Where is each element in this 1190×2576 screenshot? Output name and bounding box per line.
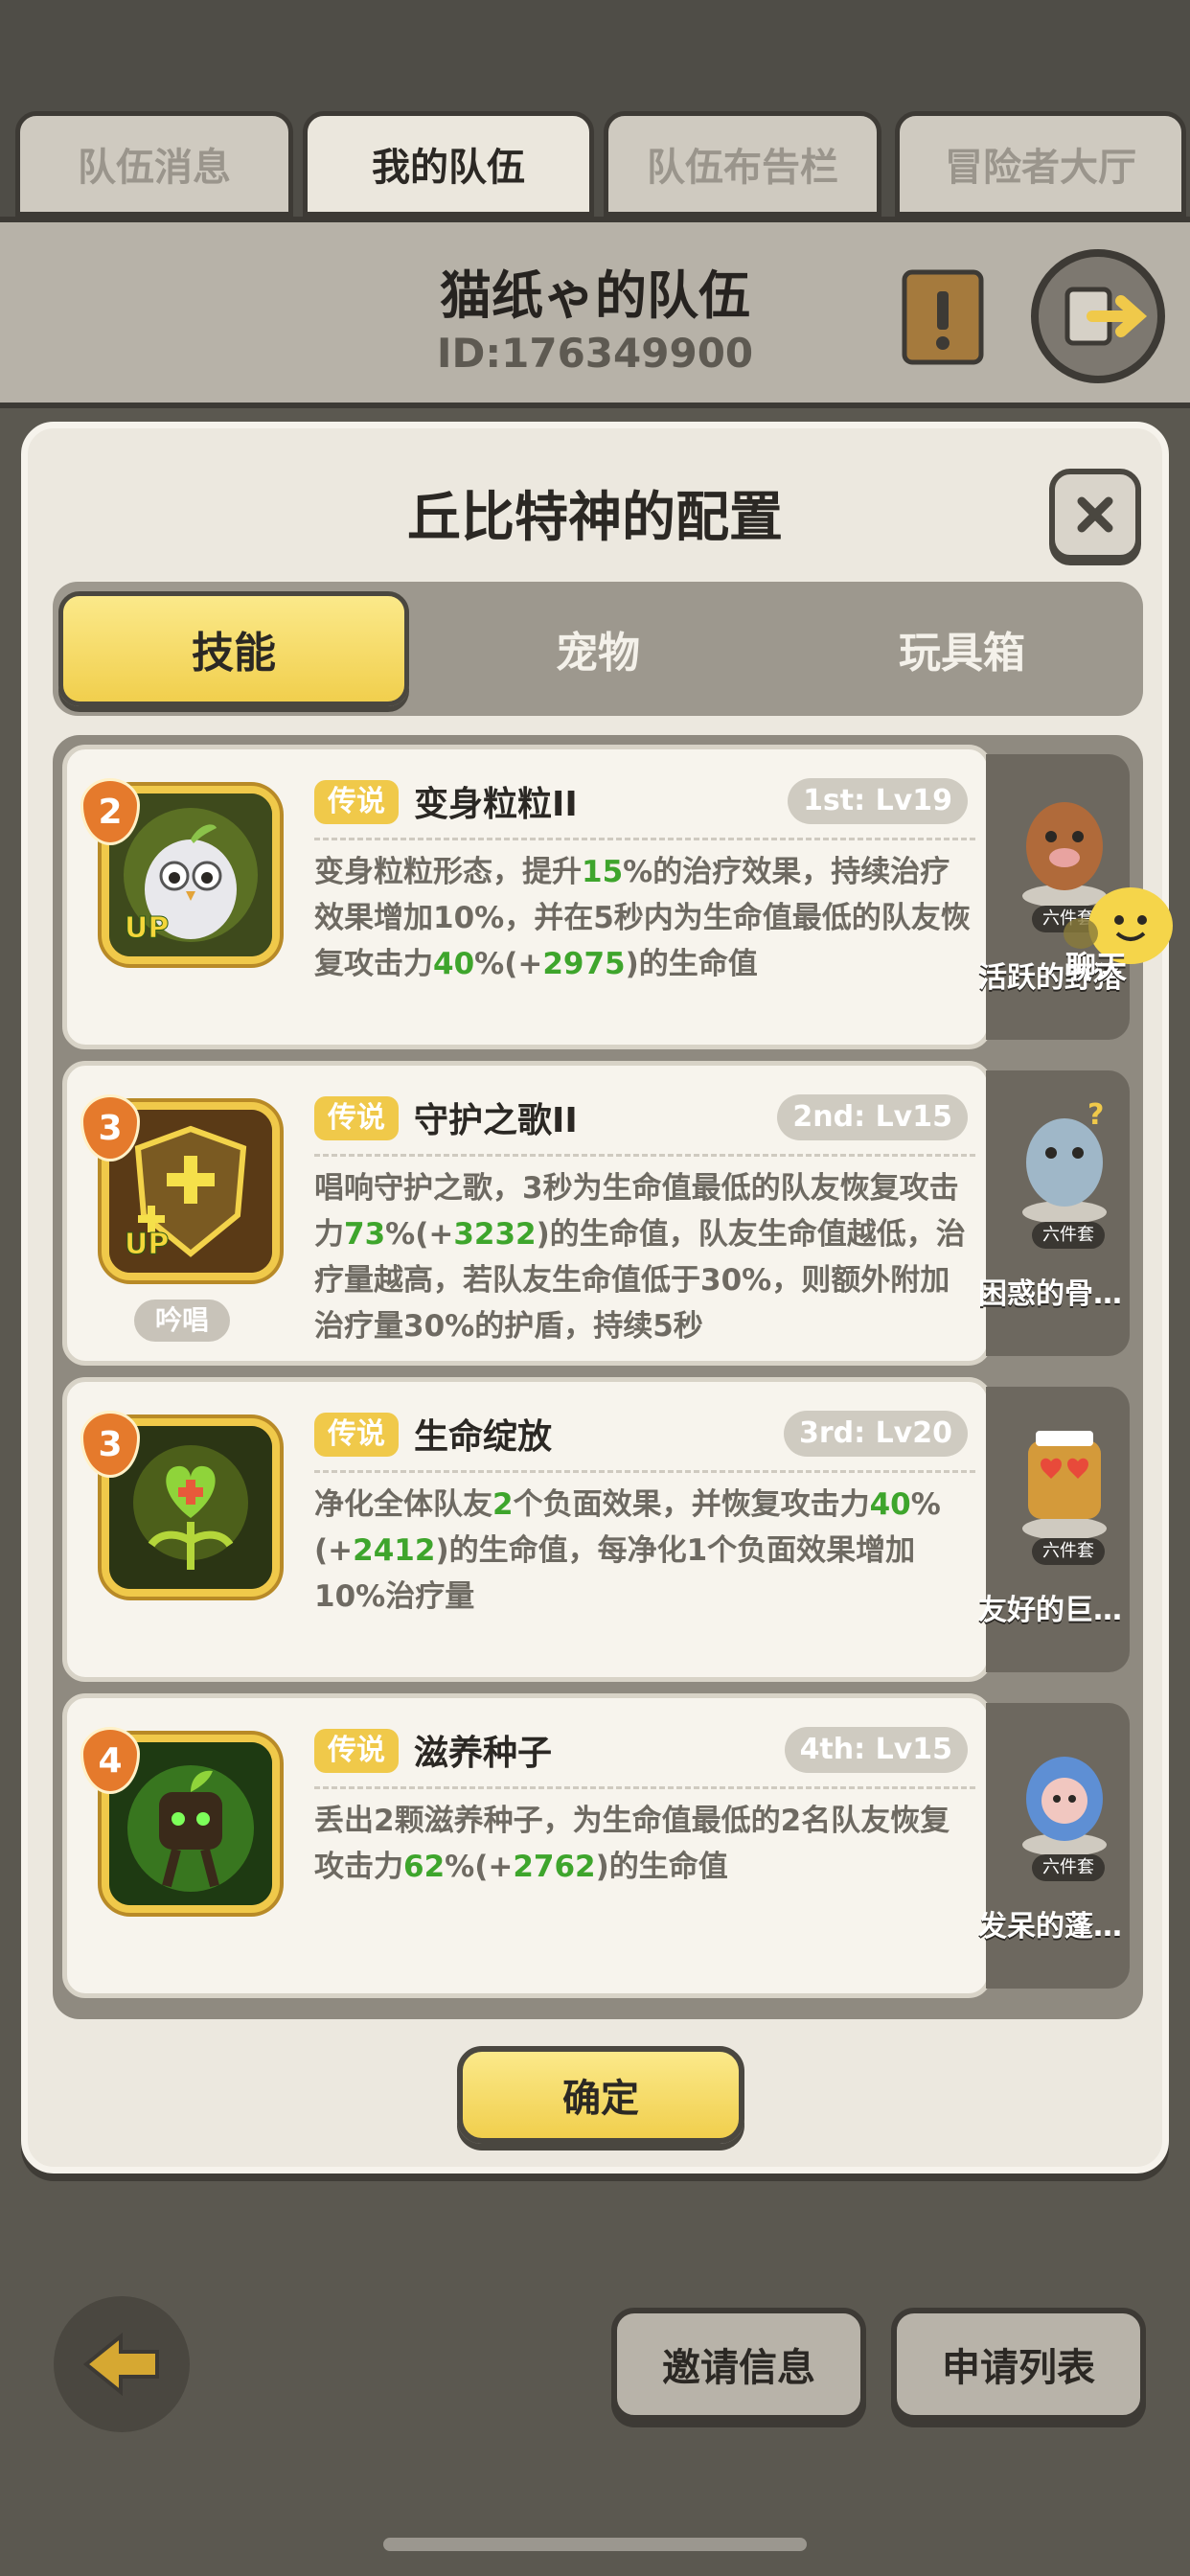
category-segment: 技能 宠物 玩具箱 [53,582,1143,716]
divider [314,838,975,840]
skill-name: 生命绽放 [414,1417,553,1457]
skill-card[interactable]: 3 传说 生命绽放 3rd: Lv20 净化全体队友2个负面效果，并恢复攻击力4… [62,1377,992,1682]
scroll-notice-icon[interactable] [899,264,987,370]
skill-description: 丢出2颗滋养种子，为生命值最低的2名队友恢复攻击力62%(+2762)的生命值 [314,1798,975,1890]
skill-row[interactable]: UP 3 吟唱 传说 守护之歌II 2nd: Lv15 唱响守护之歌，3秒为生命… [62,1061,1133,1366]
desc-text: %(+ [385,1217,454,1252]
confirm-button[interactable]: 确定 [457,2046,744,2144]
stat-highlight: 2 [492,1487,514,1522]
level-tag: 4th: Lv15 [784,1727,968,1773]
tab-adventurer-hall[interactable]: 冒险者大厅 [895,111,1186,217]
stat-highlight: 40 [433,947,475,981]
skill-card[interactable]: UP 2 传说 变身粒粒II 1st: Lv19 变身粒粒形态，提升15%的治疗… [62,745,992,1049]
segment-pets[interactable]: 宠物 [423,591,773,706]
pet-figure-icon [1022,1431,1107,1540]
rarity-tag: 传说 [314,1729,399,1773]
stat-highlight: 73 [344,1217,386,1252]
team-header: 猫纸ゃ的队伍 ID:176349900 [0,217,1190,408]
skill-row[interactable]: 4 传说 滋养种子 4th: Lv15 丢出2颗滋养种子，为生命值最低的2名队友… [62,1693,1133,1998]
divider [314,1786,975,1789]
svg-text:?: ? [1087,1098,1104,1132]
team-name: 猫纸ゃ的队伍 [440,265,750,326]
back-button[interactable] [54,2296,190,2432]
rarity-tag: 传说 [314,1096,399,1140]
close-icon [1077,496,1113,533]
skill-list: UP 2 传说 变身粒粒II 1st: Lv19 变身粒粒形态，提升15%的治疗… [53,735,1143,2019]
apply-list-button[interactable]: 申请列表 [891,2308,1146,2421]
desc-text: )的生命值 [595,1850,728,1884]
segment-skills[interactable]: 技能 [58,591,409,706]
skill-card[interactable]: UP 3 吟唱 传说 守护之歌II 2nd: Lv15 唱响守护之歌，3秒为生命… [62,1061,992,1366]
back-arrow-icon [82,2332,159,2397]
desc-text: %(+ [474,947,543,981]
desc-text: 变身粒粒形态，提升 [314,855,582,889]
chant-tag: 吟唱 [134,1300,231,1342]
up-badge: UP [124,1228,170,1262]
stat-highlight: 62 [403,1850,446,1884]
skill-name: 变身粒粒II [414,785,578,824]
pet-name: 发呆的蓬… [978,1910,1122,1944]
skill-description: 变身粒粒形态，提升15%的治疗效果，持续治疗效果增加10%，并在5秒内为生命值最… [314,849,975,987]
level-tag: 3rd: Lv20 [783,1411,968,1457]
up-badge: UP [124,911,170,946]
close-button[interactable] [1049,469,1141,561]
level-tag: 2nd: Lv15 [777,1094,968,1140]
skill-description: 唱响守护之歌，3秒为生命值最低的队友恢复攻击力73%(+3232)的生命值，队友… [314,1165,975,1349]
top-tab-bar: 队伍消息 我的队伍 队伍布告栏 冒险者大厅 [15,111,1188,217]
stat-highlight: 40 [869,1487,911,1522]
leave-team-icon[interactable] [1029,247,1167,385]
set-badge: 六件套 [1032,1538,1105,1565]
pet-figure-icon [1022,1757,1107,1856]
team-id: ID:176349900 [436,330,754,377]
skill-name: 滋养种子 [414,1734,553,1773]
pet-name: 友好的巨… [978,1594,1122,1627]
rarity-tag: 传说 [314,1413,399,1457]
segment-toybox[interactable]: 玩具箱 [787,591,1137,706]
tab-team-bulletin[interactable]: 队伍布告栏 [604,111,881,217]
skill-card[interactable]: 4 传说 滋养种子 4th: Lv15 丢出2颗滋养种子，为生命值最低的2名队友… [62,1693,992,1998]
set-badge: 六件套 [1032,1222,1105,1249]
stat-highlight: 15 [582,855,624,889]
rarity-tag: 传说 [314,780,399,824]
tab-my-team[interactable]: 我的队伍 [303,111,594,217]
desc-text: 净化全体队友 [314,1487,492,1522]
skill-row[interactable]: UP 2 传说 变身粒粒II 1st: Lv19 变身粒粒形态，提升15%的治疗… [62,745,1133,1049]
config-modal: 丘比特神的配置 技能 宠物 玩具箱 UP 2 传说 变身粒粒II 1st: Lv… [21,422,1169,2174]
invite-info-button[interactable]: 邀请信息 [611,2308,866,2421]
pet-slot[interactable]: 六件套 发呆的蓬… [978,1703,1130,1989]
desc-text: )的生命值 [625,947,758,981]
skill-description: 净化全体队友2个负面效果，并恢复攻击力40%(+2412)的生命值，每净化1个负… [314,1482,975,1620]
desc-text: 个负面效果，并恢复攻击力 [513,1487,870,1522]
modal-title: 丘比特神的配置 [407,487,783,549]
pet-slot[interactable]: 六件套 友好的巨… [978,1387,1130,1672]
tab-team-messages[interactable]: 队伍消息 [15,111,293,217]
chat-label[interactable]: 聊天 [1065,943,1127,987]
divider [314,1470,975,1473]
stat-highlight: 2412 [353,1533,436,1568]
stat-highlight: 2975 [542,947,626,981]
pet-slot[interactable]: ? 六件套 困惑的骨… [978,1070,1130,1356]
skill-row[interactable]: 3 传说 生命绽放 3rd: Lv20 净化全体队友2个负面效果，并恢复攻击力4… [62,1377,1133,1682]
home-indicator [383,2538,807,2551]
pet-name: 困惑的骨… [978,1277,1122,1311]
divider [314,1154,975,1157]
skill-name: 守护之歌II [414,1101,578,1140]
stat-highlight: 3232 [453,1217,537,1252]
pet-figure-icon: ? [1022,1098,1107,1224]
level-tag: 1st: Lv19 [788,778,968,824]
stat-highlight: 2762 [513,1850,596,1884]
desc-text: %(+ [445,1850,514,1884]
set-badge: 六件套 [1032,1854,1105,1881]
